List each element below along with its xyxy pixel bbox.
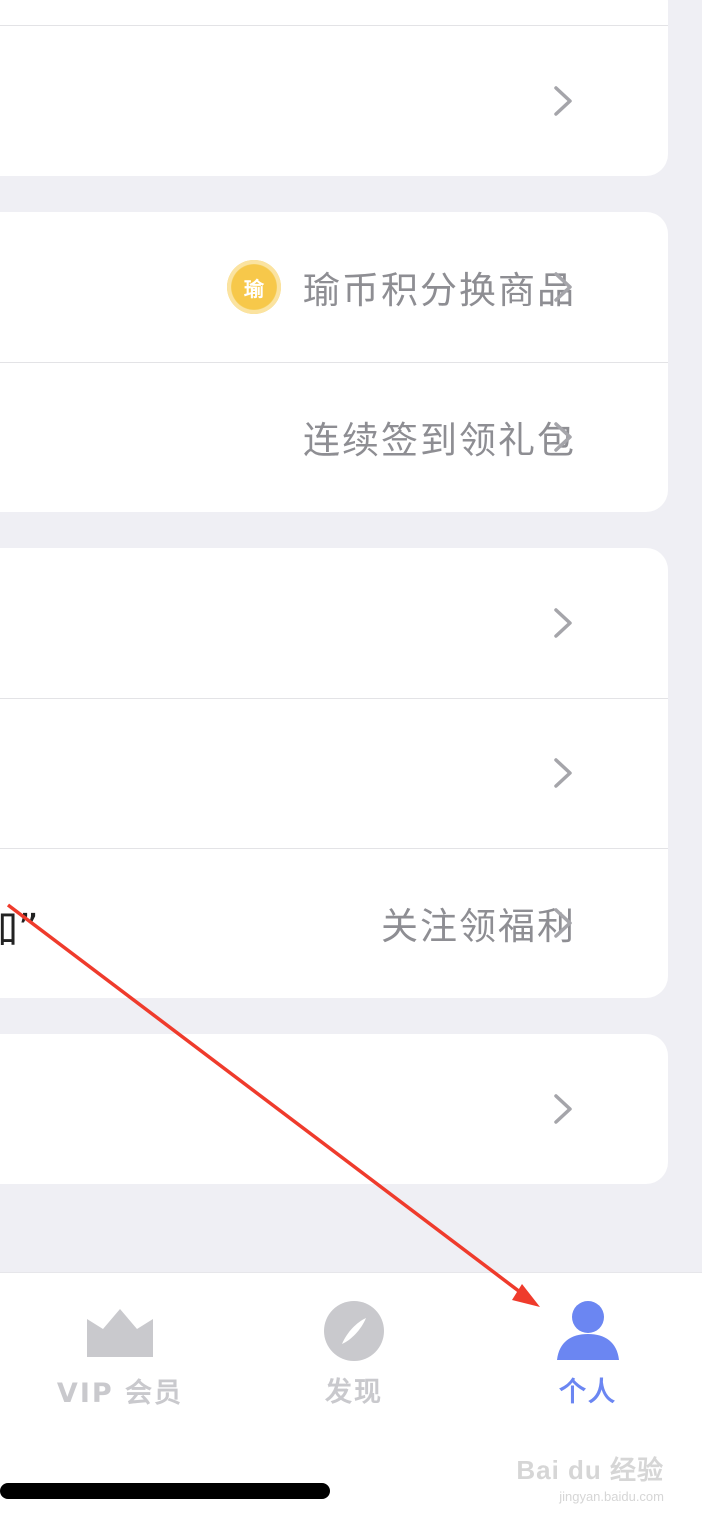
watermark-brand: Bai du 经验	[516, 1455, 664, 1485]
watermark: Bai du 经验 jingyan.baidu.com	[516, 1450, 664, 1504]
watermark-url: jingyan.baidu.com	[559, 1489, 664, 1504]
annotation-arrow	[6, 903, 540, 1307]
